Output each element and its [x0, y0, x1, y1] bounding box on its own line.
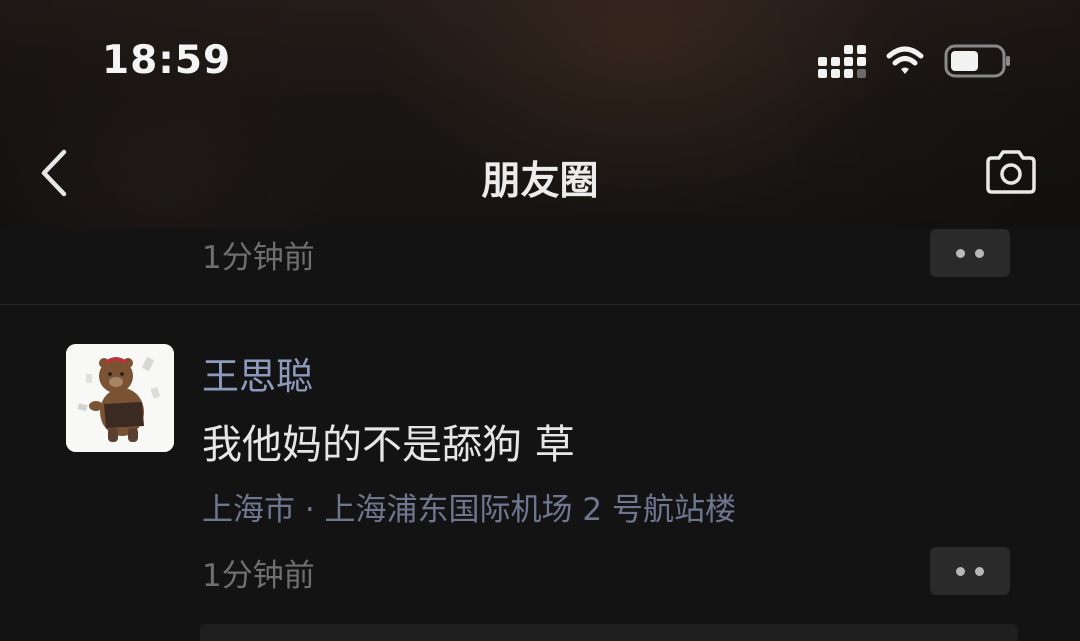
dot — [975, 248, 984, 258]
post-divider — [0, 304, 1080, 305]
dot — [956, 248, 965, 258]
post-more-button[interactable] — [930, 547, 1010, 595]
post-location[interactable]: 上海市 · 上海浦东国际机场 2 号航站楼 — [202, 484, 736, 529]
previous-post-more-button[interactable] — [930, 229, 1010, 277]
status-icons — [818, 42, 1012, 80]
camera-icon[interactable] — [984, 148, 1038, 196]
comment-area — [200, 624, 1018, 641]
battery-icon — [944, 44, 1010, 78]
signal-icon — [818, 45, 866, 78]
wifi-icon — [886, 46, 924, 74]
status-time: 18:59 — [102, 38, 232, 83]
dot — [975, 566, 984, 576]
post-author-name[interactable]: 王思聪 — [202, 346, 313, 400]
post-time: 1分钟前 — [202, 558, 315, 594]
dot — [956, 566, 965, 576]
cover-header: 18:59 朋友圈 — [0, 0, 1080, 228]
previous-post-time: 1分钟前 — [202, 240, 315, 276]
moments-screen: 18:59 朋友圈 1分钟前 王思聪 我他妈的不是舔狗 草 上海市 · 上海浦东… — [0, 0, 1080, 641]
bear-sticker-avatar-icon — [66, 344, 174, 452]
post-text: 我他妈的不是舔狗 草 — [202, 422, 575, 468]
page-title: 朋友圈 — [481, 159, 599, 204]
avatar[interactable] — [66, 344, 174, 452]
